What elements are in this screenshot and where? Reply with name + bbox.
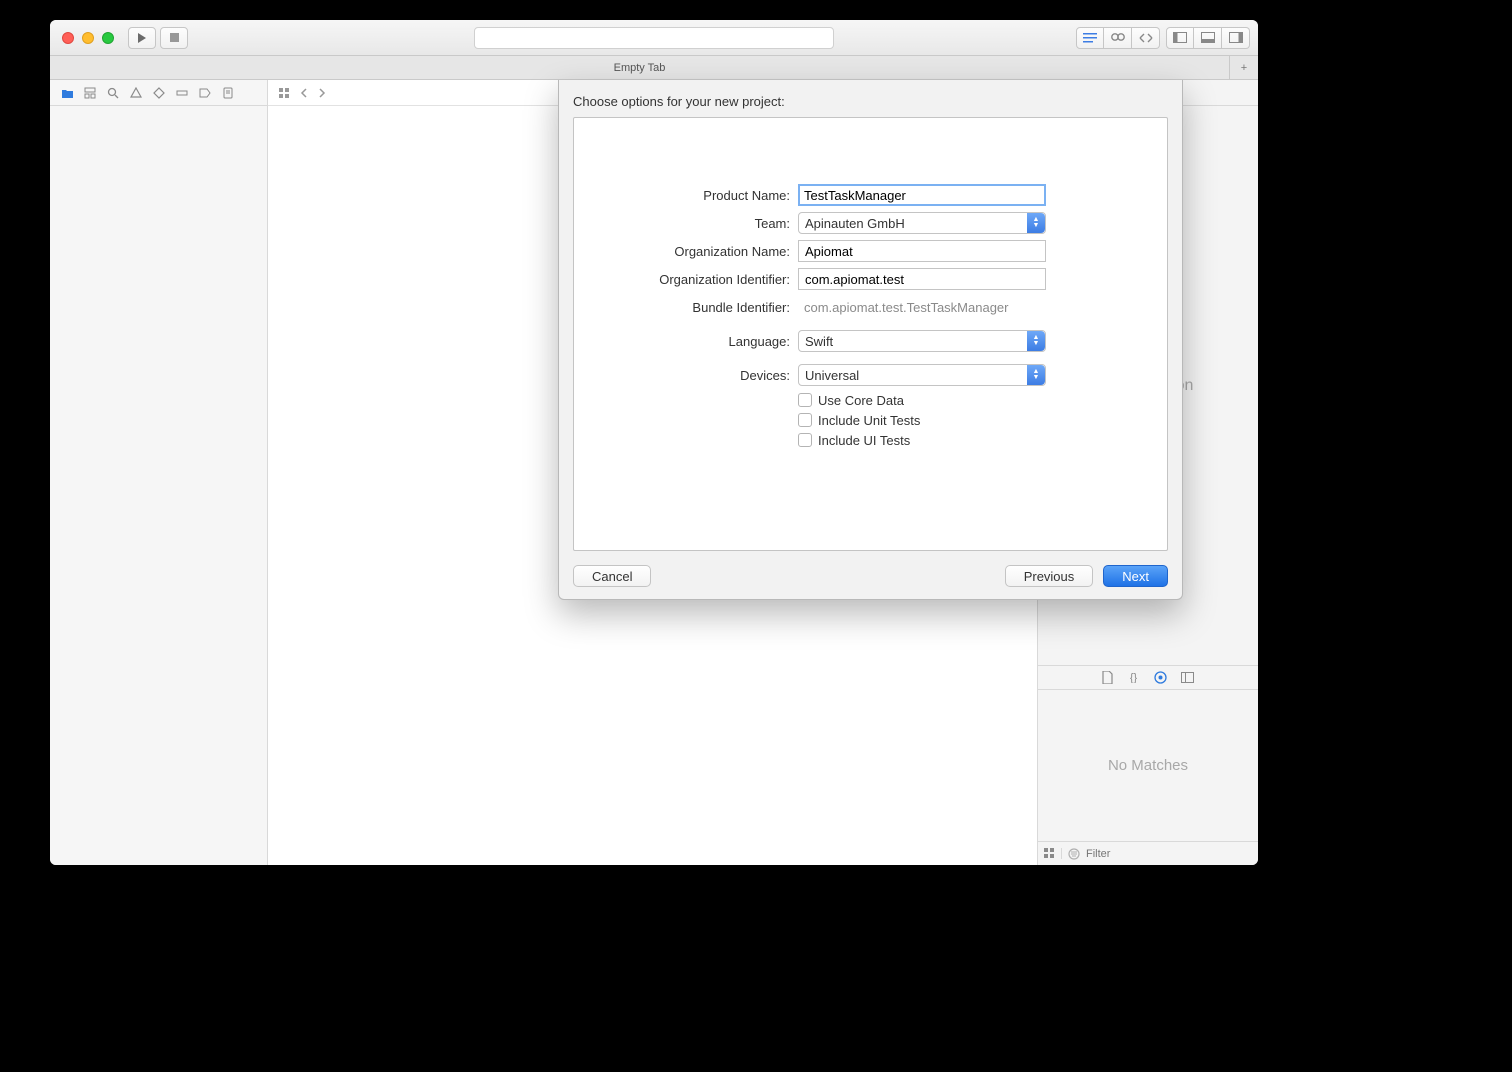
unit-tests-checkbox[interactable]: [798, 413, 812, 427]
team-select-value: Apinauten GmbH: [805, 216, 905, 231]
project-navigator-icon[interactable]: [60, 86, 74, 100]
file-template-icon[interactable]: [1102, 671, 1113, 684]
tabbar: Empty Tab +: [50, 56, 1258, 80]
filter-icon: [1068, 848, 1080, 860]
stop-button[interactable]: [160, 27, 188, 49]
forward-button-icon[interactable]: [318, 88, 326, 98]
library-filter-input[interactable]: [1086, 848, 1252, 860]
report-navigator-icon[interactable]: [221, 86, 235, 100]
titlebar: [50, 20, 1258, 56]
minimize-window-button[interactable]: [82, 32, 94, 44]
media-library-icon[interactable]: [1181, 672, 1194, 683]
back-button-icon[interactable]: [300, 88, 308, 98]
library-panel: {} No Matches: [1038, 665, 1258, 865]
test-navigator-icon[interactable]: [152, 86, 166, 100]
org-id-input[interactable]: [798, 268, 1046, 290]
grid-list-toggle-icon[interactable]: [1044, 848, 1062, 859]
ui-tests-checkbox[interactable]: [798, 433, 812, 447]
toggle-debug-button[interactable]: [1194, 27, 1222, 49]
svg-text:{}: {}: [1130, 672, 1138, 683]
library-body: No Matches: [1038, 690, 1258, 841]
product-name-label: Product Name:: [574, 188, 798, 203]
language-select-value: Swift: [805, 334, 833, 349]
unit-tests-label: Include Unit Tests: [818, 413, 920, 428]
standard-editor-button[interactable]: [1076, 27, 1104, 49]
assistant-editor-button[interactable]: [1104, 27, 1132, 49]
chevron-updown-icon: ▲▼: [1027, 365, 1045, 385]
previous-button[interactable]: Previous: [1005, 565, 1094, 587]
zoom-window-button[interactable]: [102, 32, 114, 44]
library-filter-bar: [1038, 841, 1258, 865]
code-snippet-icon[interactable]: {}: [1127, 672, 1140, 683]
tab-empty[interactable]: Empty Tab: [50, 56, 1230, 79]
new-tab-button[interactable]: +: [1230, 56, 1258, 79]
breakpoint-navigator-icon[interactable]: [198, 86, 212, 100]
run-button[interactable]: [128, 27, 156, 49]
related-items-icon[interactable]: [278, 87, 290, 99]
language-label: Language:: [574, 334, 798, 349]
traffic-lights: [62, 32, 114, 44]
next-button[interactable]: Next: [1103, 565, 1168, 587]
xcode-window: Empty Tab +: [50, 20, 1258, 865]
devices-select[interactable]: Universal ▲▼: [798, 364, 1046, 386]
window-body: Choose options for your new project: Pro…: [50, 80, 1258, 865]
object-library-icon[interactable]: [1154, 671, 1167, 684]
org-name-label: Organization Name:: [574, 244, 798, 259]
no-matches-label: No Matches: [1108, 757, 1188, 774]
navigator-selector: [50, 80, 267, 106]
sheet-form-box: Product Name: Team: Apinauten GmbH ▲▼: [573, 117, 1168, 551]
core-data-label: Use Core Data: [818, 393, 904, 408]
bundle-id-label: Bundle Identifier:: [574, 300, 798, 315]
devices-select-value: Universal: [805, 368, 859, 383]
close-window-button[interactable]: [62, 32, 74, 44]
version-editor-button[interactable]: [1132, 27, 1160, 49]
tab-label: Empty Tab: [614, 62, 666, 74]
chevron-updown-icon: ▲▼: [1027, 213, 1045, 233]
library-selector: {}: [1038, 666, 1258, 690]
chevron-updown-icon: ▲▼: [1027, 331, 1045, 351]
navigator-panel: [50, 80, 268, 865]
issue-navigator-icon[interactable]: [129, 86, 143, 100]
toggle-inspector-button[interactable]: [1222, 27, 1250, 49]
ui-tests-label: Include UI Tests: [818, 433, 910, 448]
team-label: Team:: [574, 216, 798, 231]
org-name-input[interactable]: [798, 240, 1046, 262]
org-id-label: Organization Identifier:: [574, 272, 798, 287]
toggle-navigator-button[interactable]: [1166, 27, 1194, 49]
activity-view: [474, 27, 834, 49]
devices-label: Devices:: [574, 368, 798, 383]
product-name-input[interactable]: [798, 184, 1046, 206]
search-navigator-icon[interactable]: [106, 86, 120, 100]
editor-area: Choose options for your new project: Pro…: [268, 80, 1038, 865]
source-control-icon[interactable]: [83, 86, 97, 100]
cancel-button[interactable]: Cancel: [573, 565, 651, 587]
language-select[interactable]: Swift ▲▼: [798, 330, 1046, 352]
team-select[interactable]: Apinauten GmbH ▲▼: [798, 212, 1046, 234]
bundle-id-value: com.apiomat.test.TestTaskManager: [798, 300, 1008, 315]
new-project-options-sheet: Choose options for your new project: Pro…: [558, 80, 1183, 600]
sheet-title: Choose options for your new project:: [573, 94, 1168, 109]
debug-navigator-icon[interactable]: [175, 86, 189, 100]
core-data-checkbox[interactable]: [798, 393, 812, 407]
